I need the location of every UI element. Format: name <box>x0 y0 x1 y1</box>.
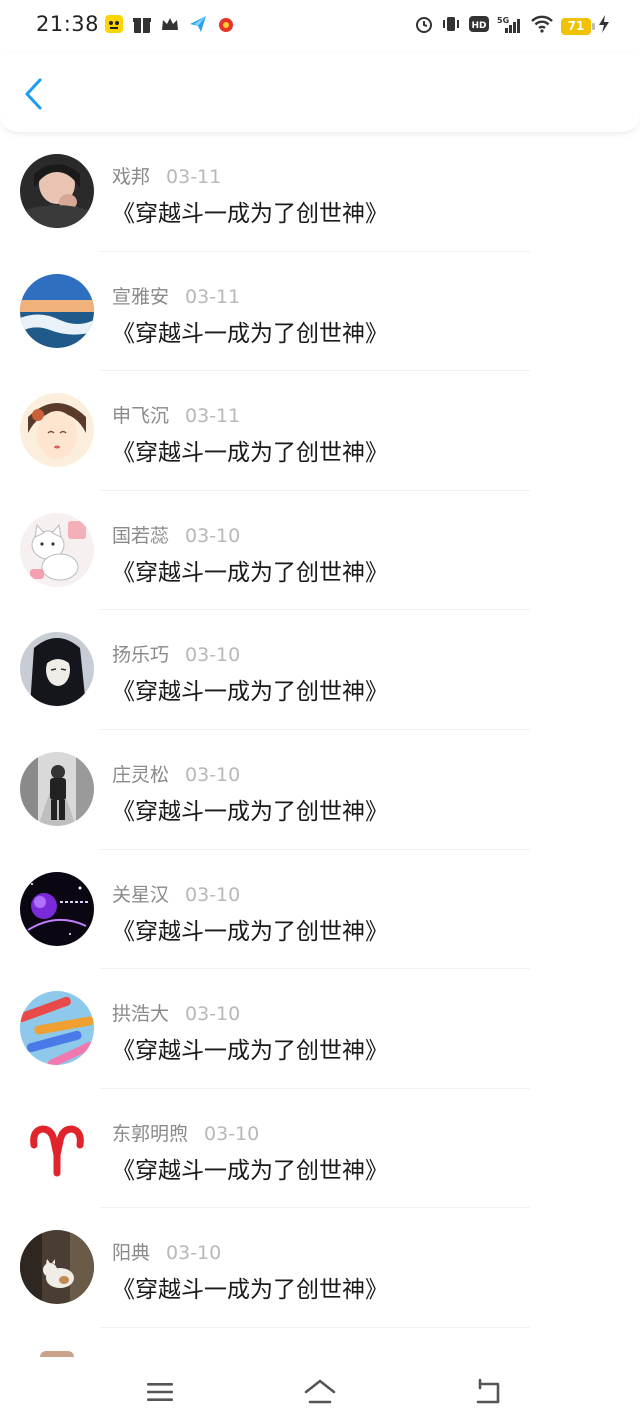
svg-text:5G: 5G <box>497 16 509 25</box>
back-button[interactable] <box>14 72 54 116</box>
comment-date: 03-10 <box>185 1003 241 1026</box>
alarm-icon <box>414 14 434 38</box>
divider <box>100 1326 530 1328</box>
battery-indicator: 71 <box>561 17 595 35</box>
comment-meta: 宣雅安 03-11 <box>112 282 240 309</box>
wifi-icon <box>530 14 554 38</box>
list-item[interactable]: 关星汉 03-10 《穿越斗一成为了创世神》 <box>0 850 640 970</box>
svg-text:HD: HD <box>471 21 486 31</box>
charging-icon <box>598 14 610 38</box>
comment-date: 03-10 <box>185 763 241 786</box>
list-item[interactable]: 庄灵松 03-10 《穿越斗一成为了创世神》 <box>0 730 640 850</box>
comment-meta: 阳典 03-10 <box>112 1238 221 1265</box>
comment-date: 03-11 <box>185 285 241 308</box>
hd-icon: HD <box>468 15 490 37</box>
avatar[interactable] <box>20 991 94 1066</box>
avatar[interactable] <box>20 871 94 946</box>
comment-date: 03-11 <box>185 405 241 428</box>
comment-text: 《穿越斗一成为了创世神》 <box>112 1277 388 1304</box>
vibrate-icon <box>441 14 461 38</box>
comment-meta: 戏邦 03-11 <box>112 162 221 189</box>
comment-meta: 申飞沉 03-11 <box>112 401 240 428</box>
list-item[interactable]: 宣雅安 03-11 《穿越斗一成为了创世神》 <box>0 252 640 372</box>
system-nav-bar <box>0 1358 640 1428</box>
comment-date: 03-10 <box>185 883 241 906</box>
comment-date: 03-10 <box>204 1122 260 1145</box>
avatar[interactable] <box>20 512 94 587</box>
avatar[interactable] <box>20 1230 94 1305</box>
home-icon <box>304 1379 336 1404</box>
comment-date: 03-10 <box>166 1242 222 1265</box>
comment-meta: 拱浩大 03-10 <box>112 999 240 1026</box>
chevron-left-icon <box>25 78 42 110</box>
menu-button[interactable] <box>138 1372 182 1412</box>
comment-text: 《穿越斗一成为了创世神》 <box>112 201 388 227</box>
user-name: 庄灵松 <box>112 763 170 786</box>
gift-icon <box>132 14 152 34</box>
list-item[interactable]: 拱浩大 03-10 《穿越斗一成为了创世神》 <box>0 969 640 1089</box>
user-name: 东郭明煦 <box>112 1122 189 1145</box>
avatar[interactable] <box>20 393 94 468</box>
list-item[interactable]: 阳典 03-10 《穿越斗一成为了创世神》 <box>0 1208 640 1328</box>
avatar[interactable] <box>20 751 94 826</box>
home-button[interactable] <box>298 1372 342 1412</box>
avatar[interactable] <box>20 1110 94 1185</box>
app-notification-icon <box>104 14 124 34</box>
comment-text: 《穿越斗一成为了创世神》 <box>112 679 388 706</box>
weibo-icon <box>216 14 236 34</box>
user-name: 关星汉 <box>112 883 170 906</box>
comment-text: 《穿越斗一成为了创世神》 <box>112 320 388 347</box>
user-name: 阳典 <box>112 1242 151 1265</box>
status-time: 21:38 <box>36 12 100 36</box>
comment-meta: 国若蕊 03-10 <box>112 521 240 548</box>
comment-list: 戏邦 03-11 《穿越斗一成为了创世神》 宣雅安 03-11 《穿越斗一成为了创世… <box>0 132 640 1328</box>
page-header <box>0 52 640 133</box>
user-name: 拱浩大 <box>112 1003 170 1026</box>
comment-date: 03-10 <box>185 524 241 547</box>
list-item[interactable]: 国若蕊 03-10 《穿越斗一成为了创世神》 <box>0 491 640 611</box>
comment-text: 《穿越斗一成为了创世神》 <box>112 440 388 467</box>
nav-back-button[interactable] <box>466 1372 510 1412</box>
user-name: 国若蕊 <box>112 524 170 547</box>
comment-text: 《穿越斗一成为了创世神》 <box>112 798 388 825</box>
list-item[interactable]: 申飞沉 03-11 《穿越斗一成为了创世神》 <box>0 371 640 491</box>
notification-icons <box>104 14 236 34</box>
comment-meta: 扬乐巧 03-10 <box>112 640 240 667</box>
menu-icon <box>147 1383 173 1401</box>
status-bar: 21:38 HD 5G 71 <box>0 0 640 52</box>
user-name: 戏邦 <box>112 166 151 188</box>
avatar[interactable] <box>20 632 94 707</box>
user-name: 申飞沉 <box>112 405 170 428</box>
comment-text: 《穿越斗一成为了创世神》 <box>112 559 388 586</box>
list-item[interactable]: 扬乐巧 03-10 《穿越斗一成为了创世神》 <box>0 610 640 730</box>
user-name: 宣雅安 <box>112 285 170 308</box>
back-icon <box>476 1378 500 1404</box>
signal-5g-icon: 5G <box>497 14 523 38</box>
list-item[interactable]: 戏邦 03-11 《穿越斗一成为了创世神》 <box>0 132 640 252</box>
comment-text: 《穿越斗一成为了创世神》 <box>112 918 388 945</box>
send-icon <box>188 14 208 34</box>
comment-text: 《穿越斗一成为了创世神》 <box>112 1157 388 1184</box>
user-name: 扬乐巧 <box>112 644 170 667</box>
comment-meta: 东郭明煦 03-10 <box>112 1119 259 1146</box>
system-status: HD 5G 71 <box>414 14 610 38</box>
comment-meta: 庄灵松 03-10 <box>112 760 240 787</box>
comment-date: 03-11 <box>166 166 222 188</box>
list-item[interactable]: 东郭明煦 03-10 《穿越斗一成为了创世神》 <box>0 1089 640 1209</box>
avatar[interactable] <box>20 273 94 348</box>
comment-meta: 关星汉 03-10 <box>112 880 240 907</box>
crown-icon <box>160 14 180 34</box>
comment-date: 03-10 <box>185 644 241 667</box>
avatar[interactable] <box>40 1351 74 1357</box>
avatar[interactable] <box>20 154 94 228</box>
comment-text: 《穿越斗一成为了创世神》 <box>112 1038 388 1065</box>
